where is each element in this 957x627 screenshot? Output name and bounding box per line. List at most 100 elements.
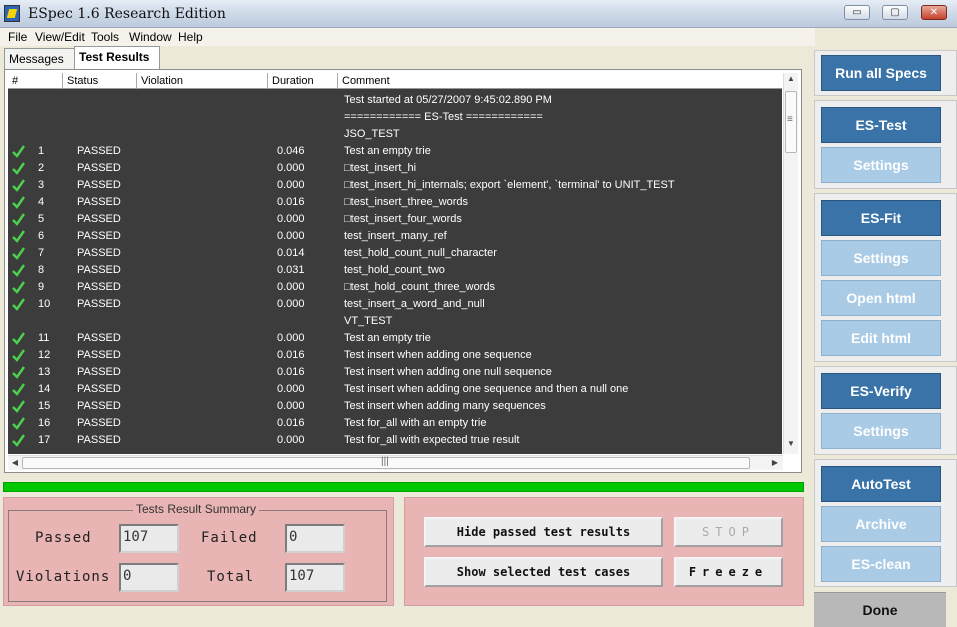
table-row[interactable]: 1 PASSED 0.046 Test an empty trie	[8, 143, 782, 160]
table-row[interactable]: 14 PASSED 0.000 Test insert when adding one…	[8, 381, 782, 398]
column-header-duration[interactable]: Duration	[268, 73, 338, 89]
cell-status: PASSED	[77, 264, 121, 276]
pass-check-icon	[12, 400, 25, 413]
table-row[interactable]: 12 PASSED 0.016 Test insert when adding one…	[8, 347, 782, 364]
table-row[interactable]: 7 PASSED 0.014 test_hold_count_null_charact…	[8, 245, 782, 262]
cell-num: 12	[38, 349, 51, 361]
table-row[interactable]: 4 PASSED 0.016 □test_insert_three_words	[8, 194, 782, 211]
cell-comment: ============ ES-Test ============	[344, 111, 543, 123]
cell-num: 2	[38, 162, 45, 174]
menu-tools[interactable]: Tools	[91, 30, 119, 44]
table-row[interactable]: 9 PASSED 0.000 □test_hold_count_three_words	[8, 279, 782, 296]
autotest-button[interactable]: AutoTest	[821, 466, 941, 502]
table-row[interactable]: 10 PASSED 0.000 test_insert_a_word_and_null	[8, 296, 782, 313]
column-header-violation[interactable]: Violation	[137, 73, 268, 89]
run-all-specs-button[interactable]: Run all Specs	[821, 55, 941, 91]
table-row[interactable]: 11 PASSED 0.000 Test an empty trie	[8, 330, 782, 347]
cell-comment: VT_TEST	[344, 315, 393, 327]
es-fit-button[interactable]: ES-Fit	[821, 200, 941, 236]
es-verify-group: ES-Verify Settings	[814, 366, 957, 455]
table-row[interactable]: Test started at 05/27/2007 9:45:02.890 P…	[8, 92, 782, 109]
pass-check-icon	[12, 349, 25, 362]
es-test-settings-button[interactable]: Settings	[821, 147, 941, 183]
cell-comment: test_insert_many_ref	[344, 230, 447, 242]
done-status: Done	[814, 592, 946, 627]
close-button[interactable]: ✕	[921, 5, 947, 20]
es-clean-button[interactable]: ES-clean	[821, 546, 941, 582]
cell-comment: test_hold_count_null_character	[344, 247, 497, 259]
maximize-button[interactable]: ▢	[882, 5, 908, 20]
menu-window[interactable]: Window	[129, 30, 172, 44]
cell-num: 3	[38, 179, 45, 191]
table-row[interactable]: 5 PASSED 0.000 □test_insert_four_words	[8, 211, 782, 228]
table-row[interactable]: 15 PASSED 0.000 Test insert when adding man…	[8, 398, 782, 415]
menu-file[interactable]: File	[8, 30, 27, 44]
column-header-status[interactable]: Status	[63, 73, 137, 89]
es-verify-settings-button[interactable]: Settings	[821, 413, 941, 449]
table-row[interactable]: 13 PASSED 0.016 Test insert when adding one…	[8, 364, 782, 381]
open-html-button[interactable]: Open html	[821, 280, 941, 316]
cell-status: PASSED	[77, 162, 121, 174]
table-row[interactable]: VT_TEST	[8, 313, 782, 330]
vertical-scrollbar[interactable]: ▲ ≡ ▼	[783, 73, 798, 454]
table-row[interactable]: 8 PASSED 0.031 test_hold_count_two	[8, 262, 782, 279]
es-test-button[interactable]: ES-Test	[821, 107, 941, 143]
table-header: # Status Violation Duration Comment	[8, 73, 782, 89]
menu-view-edit[interactable]: View/Edit	[35, 30, 85, 44]
pass-check-icon	[12, 230, 25, 243]
pass-check-icon	[12, 332, 25, 345]
cell-comment: □test_hold_count_three_words	[344, 281, 495, 293]
cell-duration: 0.016	[277, 196, 305, 208]
cell-status: PASSED	[77, 247, 121, 259]
horizontal-scrollbar[interactable]: ◀ ||| ▶	[8, 455, 783, 470]
show-selected-test-cases-button[interactable]: Show selected test cases	[424, 557, 663, 587]
cell-duration: 0.016	[277, 349, 305, 361]
table-row[interactable]: 3 PASSED 0.000 □test_insert_hi_internals; e…	[8, 177, 782, 194]
passed-label: Passed	[35, 530, 92, 546]
es-fit-settings-button[interactable]: Settings	[821, 240, 941, 276]
violations-label: Violations	[16, 569, 111, 585]
es-fit-group: ES-Fit Settings Open html Edit html	[814, 193, 957, 362]
es-verify-button[interactable]: ES-Verify	[821, 373, 941, 409]
cell-num: 17	[38, 434, 51, 446]
minimize-button[interactable]: ▭	[844, 5, 870, 20]
pass-check-icon	[12, 434, 25, 447]
tab-messages[interactable]: Messages	[4, 48, 76, 69]
cell-duration: 0.000	[277, 162, 305, 174]
horizontal-scroll-thumb[interactable]: |||	[22, 456, 750, 469]
cell-comment: Test an empty trie	[344, 332, 431, 344]
table-row[interactable]: 17 PASSED 0.000 Test for_all with expected …	[8, 432, 782, 449]
stop-button[interactable]: STOP	[674, 517, 783, 547]
column-header-number[interactable]: #	[8, 73, 63, 89]
table-row[interactable]: 6 PASSED 0.000 test_insert_many_ref	[8, 228, 782, 245]
menu-help[interactable]: Help	[178, 30, 203, 44]
cell-comment: Test insert when adding one sequence	[344, 349, 532, 361]
table-row[interactable]: ============ ES-Test ============	[8, 109, 782, 126]
freeze-button[interactable]: Freeze	[674, 557, 783, 587]
results-table-body: Test started at 05/27/2007 9:45:02.890 P…	[8, 89, 782, 454]
table-row[interactable]: 2 PASSED 0.000 □test_insert_hi	[8, 160, 782, 177]
scroll-down-icon[interactable]: ▼	[784, 439, 798, 448]
cell-duration: 0.000	[277, 383, 305, 395]
cell-duration: 0.000	[277, 298, 305, 310]
scroll-up-icon[interactable]: ▲	[784, 74, 798, 83]
table-row[interactable]: 16 PASSED 0.016 Test for_all with an empty …	[8, 415, 782, 432]
test-results-panel: # Status Violation Duration Comment Test…	[4, 69, 802, 473]
scroll-left-icon[interactable]: ◀	[8, 458, 22, 467]
cell-duration: 0.000	[277, 281, 305, 293]
total-count-field: 107	[285, 563, 345, 592]
pass-check-icon	[12, 196, 25, 209]
table-row[interactable]: JSO_TEST	[8, 126, 782, 143]
pass-check-icon	[12, 281, 25, 294]
autotest-group: AutoTest Archive ES-clean	[814, 459, 957, 587]
cell-comment: JSO_TEST	[344, 128, 400, 140]
hide-passed-results-button[interactable]: Hide passed test results	[424, 517, 663, 547]
edit-html-button[interactable]: Edit html	[821, 320, 941, 356]
column-header-comment[interactable]: Comment	[338, 73, 782, 89]
archive-button[interactable]: Archive	[821, 506, 941, 542]
scroll-right-icon[interactable]: ▶	[768, 458, 782, 467]
cell-num: 9	[38, 281, 45, 293]
vertical-scroll-thumb[interactable]: ≡	[785, 91, 797, 153]
close-icon: ✕	[929, 7, 939, 18]
tab-test-results[interactable]: Test Results	[74, 46, 160, 70]
